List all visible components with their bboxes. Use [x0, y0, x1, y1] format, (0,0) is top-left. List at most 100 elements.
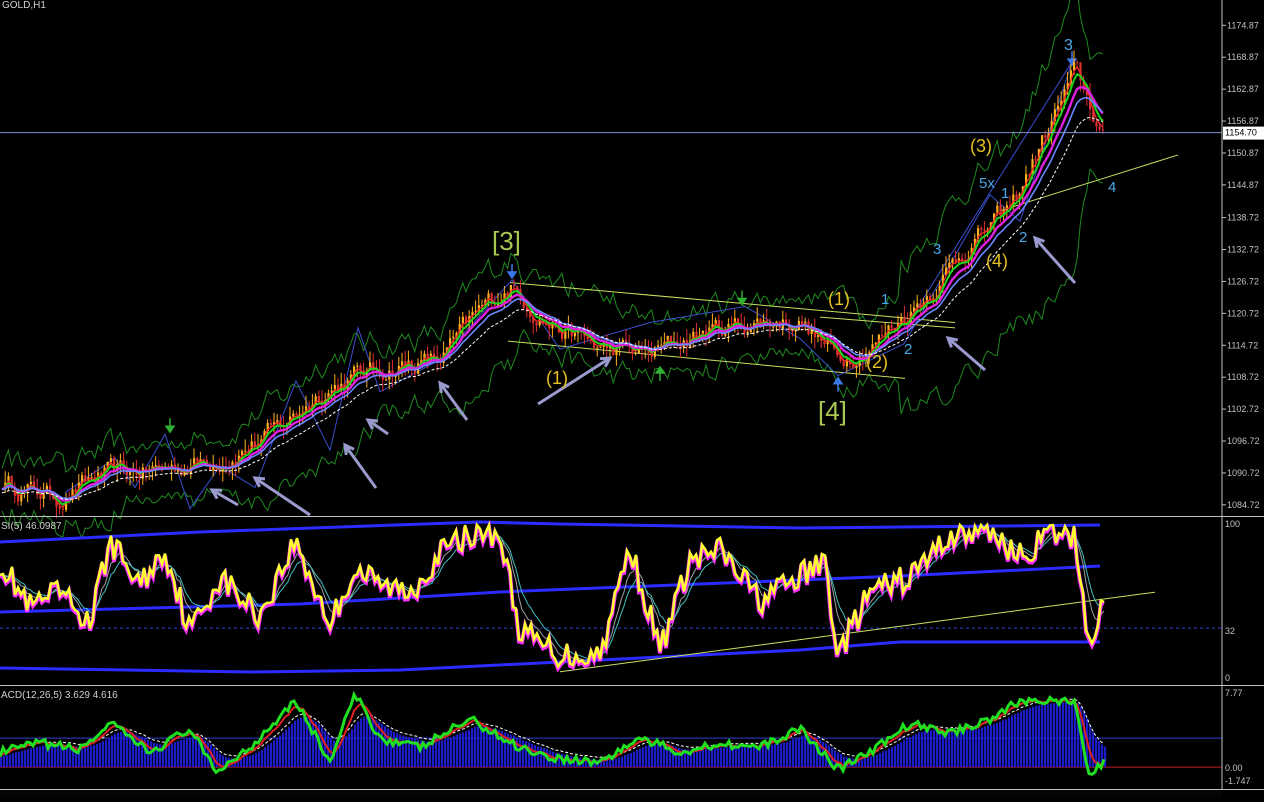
macd-hist-bar: [429, 741, 432, 768]
wave-label-5x: 5x: [979, 175, 995, 192]
rsi-tick-100: 100: [1225, 519, 1240, 529]
macd-hist-bar: [465, 731, 468, 768]
macd-hist-bar: [516, 737, 519, 768]
candle-body: [433, 353, 436, 357]
candle-body: [292, 413, 295, 417]
macd-hist-bar: [18, 751, 21, 768]
macd-hist-bar: [954, 730, 957, 768]
price-tick-label: 1162.87: [1227, 84, 1259, 94]
macd-hist-bar: [864, 757, 867, 768]
macd-hist-bar: [303, 716, 306, 768]
macd-hist-bar: [51, 744, 54, 768]
candle-body: [29, 481, 32, 485]
macd-hist-bar: [300, 717, 303, 768]
macd-hist-bar: [651, 745, 654, 768]
macd-hist-bar: [870, 756, 873, 768]
current-price-tag-text: 1154.70: [1225, 128, 1257, 138]
macd-hist-bar: [435, 741, 438, 768]
macd-hist-bar: [927, 730, 930, 768]
macd-hist-bar: [291, 723, 294, 768]
macd-hist-bar: [960, 730, 963, 768]
macd-hist-bar: [441, 740, 444, 768]
candle-body: [823, 341, 826, 345]
candle-body: [881, 334, 884, 336]
macd-hist-bar: [474, 726, 477, 768]
macd-hist-bar: [888, 748, 891, 768]
price-tick-label: 1120.72: [1227, 308, 1259, 318]
next-indicator-strip: [0, 790, 1222, 797]
macd-hist-bar: [393, 732, 396, 768]
price-tick-label: 1132.72: [1227, 245, 1259, 255]
macd-hist-bar: [1008, 717, 1011, 768]
macd-tick-min: -1.747: [1225, 776, 1251, 786]
macd-hist-bar: [903, 739, 906, 768]
macd-hist-bar: [282, 732, 285, 768]
macd-hist-bar: [900, 742, 903, 768]
macd-hist-bar: [0, 756, 3, 768]
macd-hist-bar: [30, 748, 33, 768]
macd-hist-bar: [387, 728, 390, 768]
macd-hist-bar: [84, 746, 87, 768]
macd-hist-bar: [537, 746, 540, 768]
macd-hist-bar: [606, 759, 609, 768]
macd-hist-bar: [342, 739, 345, 768]
macd-hist-bar: [1068, 701, 1071, 768]
candle-body: [253, 441, 256, 447]
macd-hist-bar: [1047, 704, 1050, 768]
macd-hist-bar: [1053, 703, 1056, 768]
macd-hist-bar: [891, 747, 894, 768]
candle-body: [39, 494, 42, 499]
macd-hist-bar: [363, 716, 366, 768]
macd-hist-bar: [723, 747, 726, 768]
macd-hist-bar: [981, 727, 984, 768]
macd-hist-bar: [297, 718, 300, 768]
macd-hist-bar: [399, 734, 402, 768]
macd-hist-bar: [195, 737, 198, 768]
macd-hist-bar: [906, 738, 909, 768]
macd-hist-bar: [453, 735, 456, 768]
macd-hist-bar: [930, 730, 933, 768]
mt4-chart[interactable]: GOLD,H1 [3] [4] (1) (1) (2) (3) (4) 1 2 …: [0, 0, 1264, 797]
macd-hist-bar: [1038, 705, 1041, 768]
macd-hist-bar: [402, 735, 405, 768]
macd-hist-bar: [123, 731, 126, 768]
macd-hist-bar: [795, 737, 798, 768]
macd-hist-bar: [897, 744, 900, 768]
macd-hist-bar: [660, 744, 663, 768]
price-tick-label: 1144.87: [1227, 180, 1259, 190]
macd-hist-bar: [249, 755, 252, 768]
candle-body: [196, 458, 199, 462]
macd-hist-bar: [1056, 702, 1059, 768]
macd-hist-bar: [798, 737, 801, 768]
macd-hist-bar: [633, 751, 636, 768]
chart-canvas[interactable]: GOLD,H1 [3] [4] (1) (1) (2) (3) (4) 1 2 …: [0, 0, 1264, 797]
macd-hist-bar: [618, 757, 621, 768]
macd-hist-bar: [774, 743, 777, 768]
macd-hist-bar: [915, 734, 918, 768]
candle-body: [317, 396, 320, 401]
macd-hist-bar: [273, 740, 276, 768]
macd-hist-bar: [57, 745, 60, 768]
macd-hist-bar: [1062, 702, 1065, 768]
price-tick-label: 1114.72: [1227, 340, 1258, 350]
candle-body: [535, 322, 538, 326]
macd-tick-zero: 0.00: [1225, 763, 1243, 773]
price-tick-label: 1150.87: [1227, 148, 1259, 158]
macd-hist-bar: [885, 750, 888, 768]
macd-hist-bar: [276, 738, 279, 768]
rsi-title: SI(5) 46.0987: [1, 521, 62, 532]
macd-hist-bar: [522, 740, 525, 768]
symbol-label: GOLD,H1: [2, 0, 46, 11]
macd-hist-bar: [243, 756, 246, 768]
price-tick-label: 1108.72: [1227, 372, 1259, 382]
macd-hist-bar: [639, 748, 642, 768]
price-tick-label: 1096.72: [1227, 436, 1260, 446]
macd-hist-bar: [1023, 709, 1026, 768]
macd-hist-bar: [159, 744, 162, 768]
macd-hist-bar: [951, 730, 954, 768]
macd-hist-bar: [966, 729, 969, 768]
macd-hist-bar: [969, 729, 972, 768]
wave-label-major-3: [3]: [492, 226, 521, 256]
wave-label-sub-4: 4: [1108, 179, 1116, 196]
candle-body: [84, 475, 87, 481]
